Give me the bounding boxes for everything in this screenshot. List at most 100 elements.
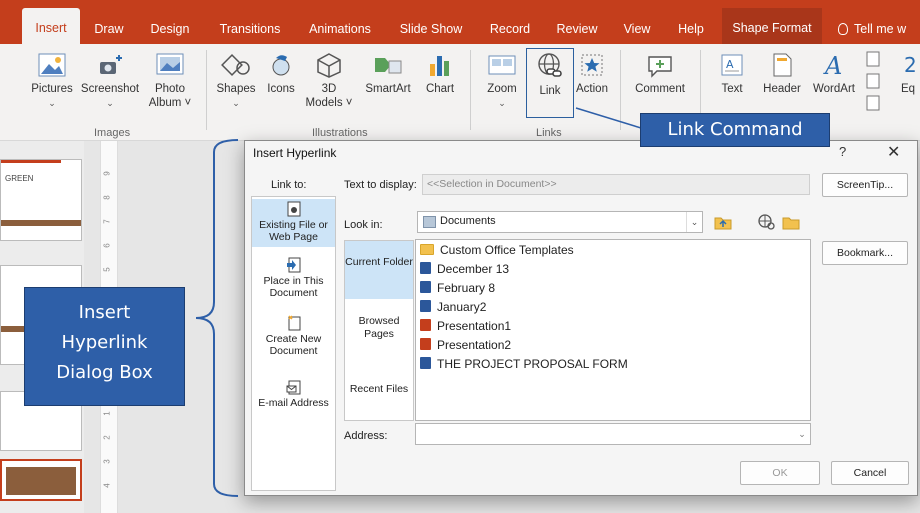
ruler-tick-label: 8 (102, 195, 112, 200)
cancel-button[interactable]: Cancel (831, 461, 909, 485)
close-button[interactable]: ✕ (887, 142, 900, 162)
file-item[interactable]: Presentation2 (420, 336, 511, 354)
file-item[interactable]: January2 (420, 298, 486, 316)
pictures-icon (38, 53, 66, 77)
callout-line: Insert (78, 302, 131, 323)
wordart-icon: A (823, 52, 842, 78)
chart-label: Chart (425, 83, 455, 95)
email-icon (286, 380, 300, 395)
tab-review[interactable]: Review (548, 15, 606, 44)
file-item[interactable]: Presentation1 (420, 317, 511, 335)
address-field[interactable]: ⌄ (415, 423, 811, 445)
dialog-title: Insert Hyperlink (253, 146, 337, 160)
link-to-place-in-document-label: Place in This Document (263, 275, 324, 299)
tab-record[interactable]: Record (480, 15, 540, 44)
action-button[interactable]: Action (572, 52, 612, 96)
chevron-down-icon: ⌄ (232, 98, 240, 108)
file-item[interactable]: THE PROJECT PROPOSAL FORM (420, 355, 628, 373)
file-item[interactable]: December 13 (420, 260, 509, 278)
ruler-tick-label: 4 (102, 483, 112, 488)
icons-button[interactable]: Icons (262, 52, 300, 96)
browsed-pages-button[interactable]: Browsed Pages (345, 315, 413, 349)
file-name: THE PROJECT PROPOSAL FORM (437, 357, 628, 371)
word-doc-icon (420, 281, 431, 293)
chart-button[interactable]: Chart (420, 52, 460, 96)
tab-help[interactable]: Help (668, 15, 714, 44)
dialog-box-callout: Insert Hyperlink Dialog Box (24, 287, 185, 406)
look-in-label: Look in: (344, 219, 383, 231)
folder-icon (420, 244, 434, 255)
screenshot-button[interactable]: Screenshot ⌄ (78, 52, 142, 110)
chevron-down-icon: ⌄ (686, 212, 702, 232)
chevron-down-icon: ⌄ (498, 98, 506, 108)
link-to-existing-file-label: Existing File or Web Page (259, 219, 328, 243)
bar-chart-icon (430, 56, 449, 76)
tab-animations[interactable]: Animations (300, 15, 380, 44)
current-folder-button[interactable]: Current Folder (345, 241, 413, 299)
shapes-label: Shapes (216, 83, 256, 95)
wordart-label: WordArt (813, 83, 855, 95)
look-in-dropdown[interactable]: Documents ⌄ (417, 211, 703, 233)
zoom-label: Zoom (487, 83, 517, 95)
photo-album-button[interactable]: Photo Album ˅ (144, 52, 196, 110)
insert-hyperlink-dialog: Insert Hyperlink ? ✕ Link to: Existing F… (244, 140, 918, 496)
file-item[interactable]: February 8 (420, 279, 495, 297)
new-document-icon (287, 315, 300, 331)
browse-web-icon[interactable] (757, 212, 777, 232)
location-buttons-panel: Current Folder Browsed Pages Recent File… (344, 240, 414, 421)
ok-button[interactable]: OK (740, 461, 820, 485)
slide-thumbnail[interactable]: GREEN (0, 159, 82, 241)
text-label: Text (721, 83, 743, 95)
tab-view[interactable]: View (614, 15, 660, 44)
zoom-icon (488, 55, 516, 75)
equation-button[interactable]: 2 Eq (896, 52, 920, 96)
equation-icon: 2 (904, 53, 917, 77)
recent-files-button[interactable]: Recent Files (345, 383, 413, 401)
date-slide-number-object-icons[interactable] (864, 50, 884, 114)
tell-me-search[interactable]: Tell me w (838, 15, 920, 44)
bookmark-button[interactable]: Bookmark... (822, 241, 908, 265)
zoom-button[interactable]: Zoom ⌄ (480, 52, 524, 110)
smartart-label: SmartArt (365, 83, 411, 95)
icons-icon (272, 55, 290, 76)
header-footer-button[interactable]: Header (756, 52, 808, 96)
wordart-button[interactable]: A WordArt (810, 52, 858, 96)
powerpoint-file-icon (420, 319, 431, 331)
ruler-tick-label: 3 (102, 459, 112, 464)
ribbon-divider (470, 50, 471, 130)
word-doc-icon (420, 300, 431, 312)
pictures-button[interactable]: Pictures ⌄ (28, 52, 76, 110)
browse-file-icon[interactable] (781, 212, 801, 232)
file-item[interactable]: Custom Office Templates (420, 241, 574, 259)
comment-button[interactable]: Comment (630, 52, 690, 96)
svg-text:A: A (726, 58, 734, 71)
3d-models-button[interactable]: 3D Models ˅ (304, 52, 354, 110)
group-images-label: Images (94, 127, 131, 139)
help-button[interactable]: ? (839, 144, 846, 159)
file-list[interactable]: Custom Office Templates December 13 Febr… (415, 239, 811, 421)
text-to-display-field[interactable]: <<Selection in Document>> (422, 174, 810, 195)
tab-transitions[interactable]: Transitions (212, 15, 288, 44)
ribbon-divider (206, 50, 207, 130)
link-to-create-new-document[interactable]: Create New Document (252, 313, 335, 361)
screentip-button[interactable]: ScreenTip... (822, 173, 908, 197)
smartart-button[interactable]: SmartArt (362, 52, 414, 96)
tab-slide-show[interactable]: Slide Show (392, 15, 470, 44)
link-to-existing-file[interactable]: Existing File or Web Page (252, 199, 335, 247)
tab-design[interactable]: Design (142, 15, 198, 44)
tab-draw[interactable]: Draw (86, 15, 132, 44)
tab-shape-format[interactable]: Shape Format (722, 8, 822, 44)
action-star-icon (581, 54, 603, 76)
chevron-down-icon: ⌄ (48, 98, 56, 108)
up-folder-icon[interactable] (713, 212, 733, 232)
ribbon-tab-bar: Insert Draw Design Transitions Animation… (0, 0, 920, 44)
link-to-place-in-document[interactable]: Place in This Document (252, 255, 335, 303)
tab-insert[interactable]: Insert (22, 8, 80, 44)
shapes-button[interactable]: Shapes ⌄ (214, 52, 258, 110)
link-button[interactable]: Link (526, 48, 574, 118)
slide-thumbnail-selected[interactable] (0, 459, 82, 501)
ruler-tick-label: 1 (102, 411, 112, 416)
3d-models-label: 3D Models ˅ (305, 83, 353, 109)
text-box-button[interactable]: A Text (712, 52, 752, 96)
link-to-email-address[interactable]: E-mail Address (252, 377, 335, 417)
